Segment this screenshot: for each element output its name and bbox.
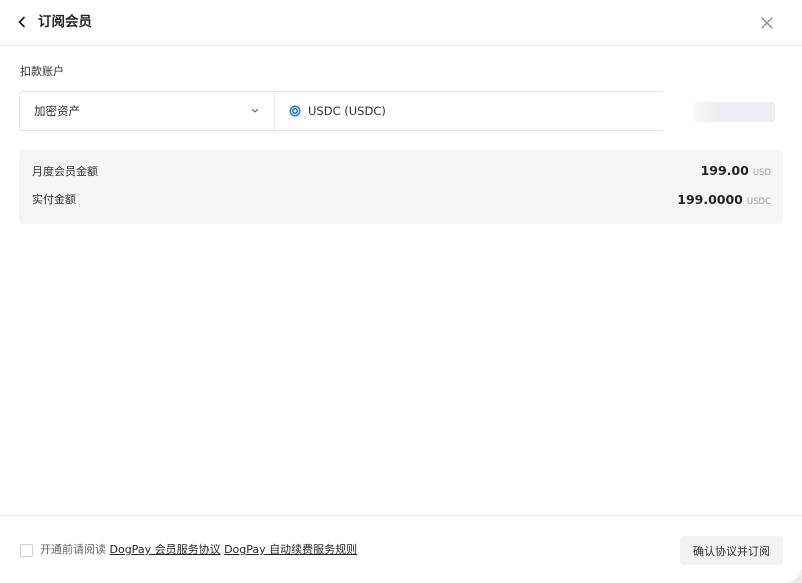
asset-type-select[interactable]: 加密资产	[20, 92, 275, 130]
actual-amount-label: 实付金额	[32, 193, 76, 206]
monthly-amount: 199.00 USD	[701, 163, 771, 178]
monthly-amount-value: 199.00	[700, 163, 749, 178]
currency-value: USDC (USDC)	[308, 104, 386, 118]
modal-header: 订阅会员	[0, 0, 802, 46]
subscribe-modal: 订阅会员 扣款账户 加密资产 USDC (USDC) 月度会员金额 199.00…	[0, 0, 802, 583]
payment-account-row: 加密资产 USDC (USDC)	[19, 90, 785, 132]
agreement-prefix: 开通前请阅读	[40, 543, 106, 556]
monthly-amount-label: 月度会员金额	[32, 165, 98, 178]
currency-select[interactable]: USDC (USDC)	[276, 92, 662, 130]
actual-amount-value: 199.0000	[677, 192, 743, 207]
chevron-left-icon	[18, 16, 25, 28]
actual-amount-unit: USDC	[746, 197, 771, 207]
agreement-text: 开通前请阅读 DogPay 会员服务协议 DogPay 自动续费服务规则	[40, 542, 357, 558]
usdc-coin-icon	[289, 105, 301, 117]
close-button[interactable]	[758, 14, 775, 31]
monthly-amount-unit: USD	[752, 168, 771, 178]
auto-renew-rules-link[interactable]: DogPay 自动续费服务规则	[224, 543, 357, 556]
agreement-checkbox[interactable]	[20, 544, 33, 557]
asset-type-value: 加密资产	[34, 104, 80, 118]
chevron-down-icon	[249, 105, 261, 117]
membership-agreement-link[interactable]: DogPay 会员服务协议	[110, 543, 221, 556]
payment-account-label: 扣款账户	[20, 65, 64, 78]
balance-display	[663, 90, 785, 132]
confirm-subscribe-button[interactable]: 确认协议并订阅	[680, 536, 783, 565]
close-icon	[760, 16, 773, 29]
actual-amount: 199.0000 USDC	[677, 192, 771, 207]
back-button[interactable]	[14, 13, 30, 31]
balance-loading-placeholder	[694, 102, 775, 122]
price-summary: 月度会员金额 199.00 USD 实付金额 199.0000 USDC	[19, 150, 783, 224]
page-title: 订阅会员	[38, 14, 92, 30]
modal-footer: 开通前请阅读 DogPay 会员服务协议 DogPay 自动续费服务规则 确认协…	[0, 515, 802, 583]
